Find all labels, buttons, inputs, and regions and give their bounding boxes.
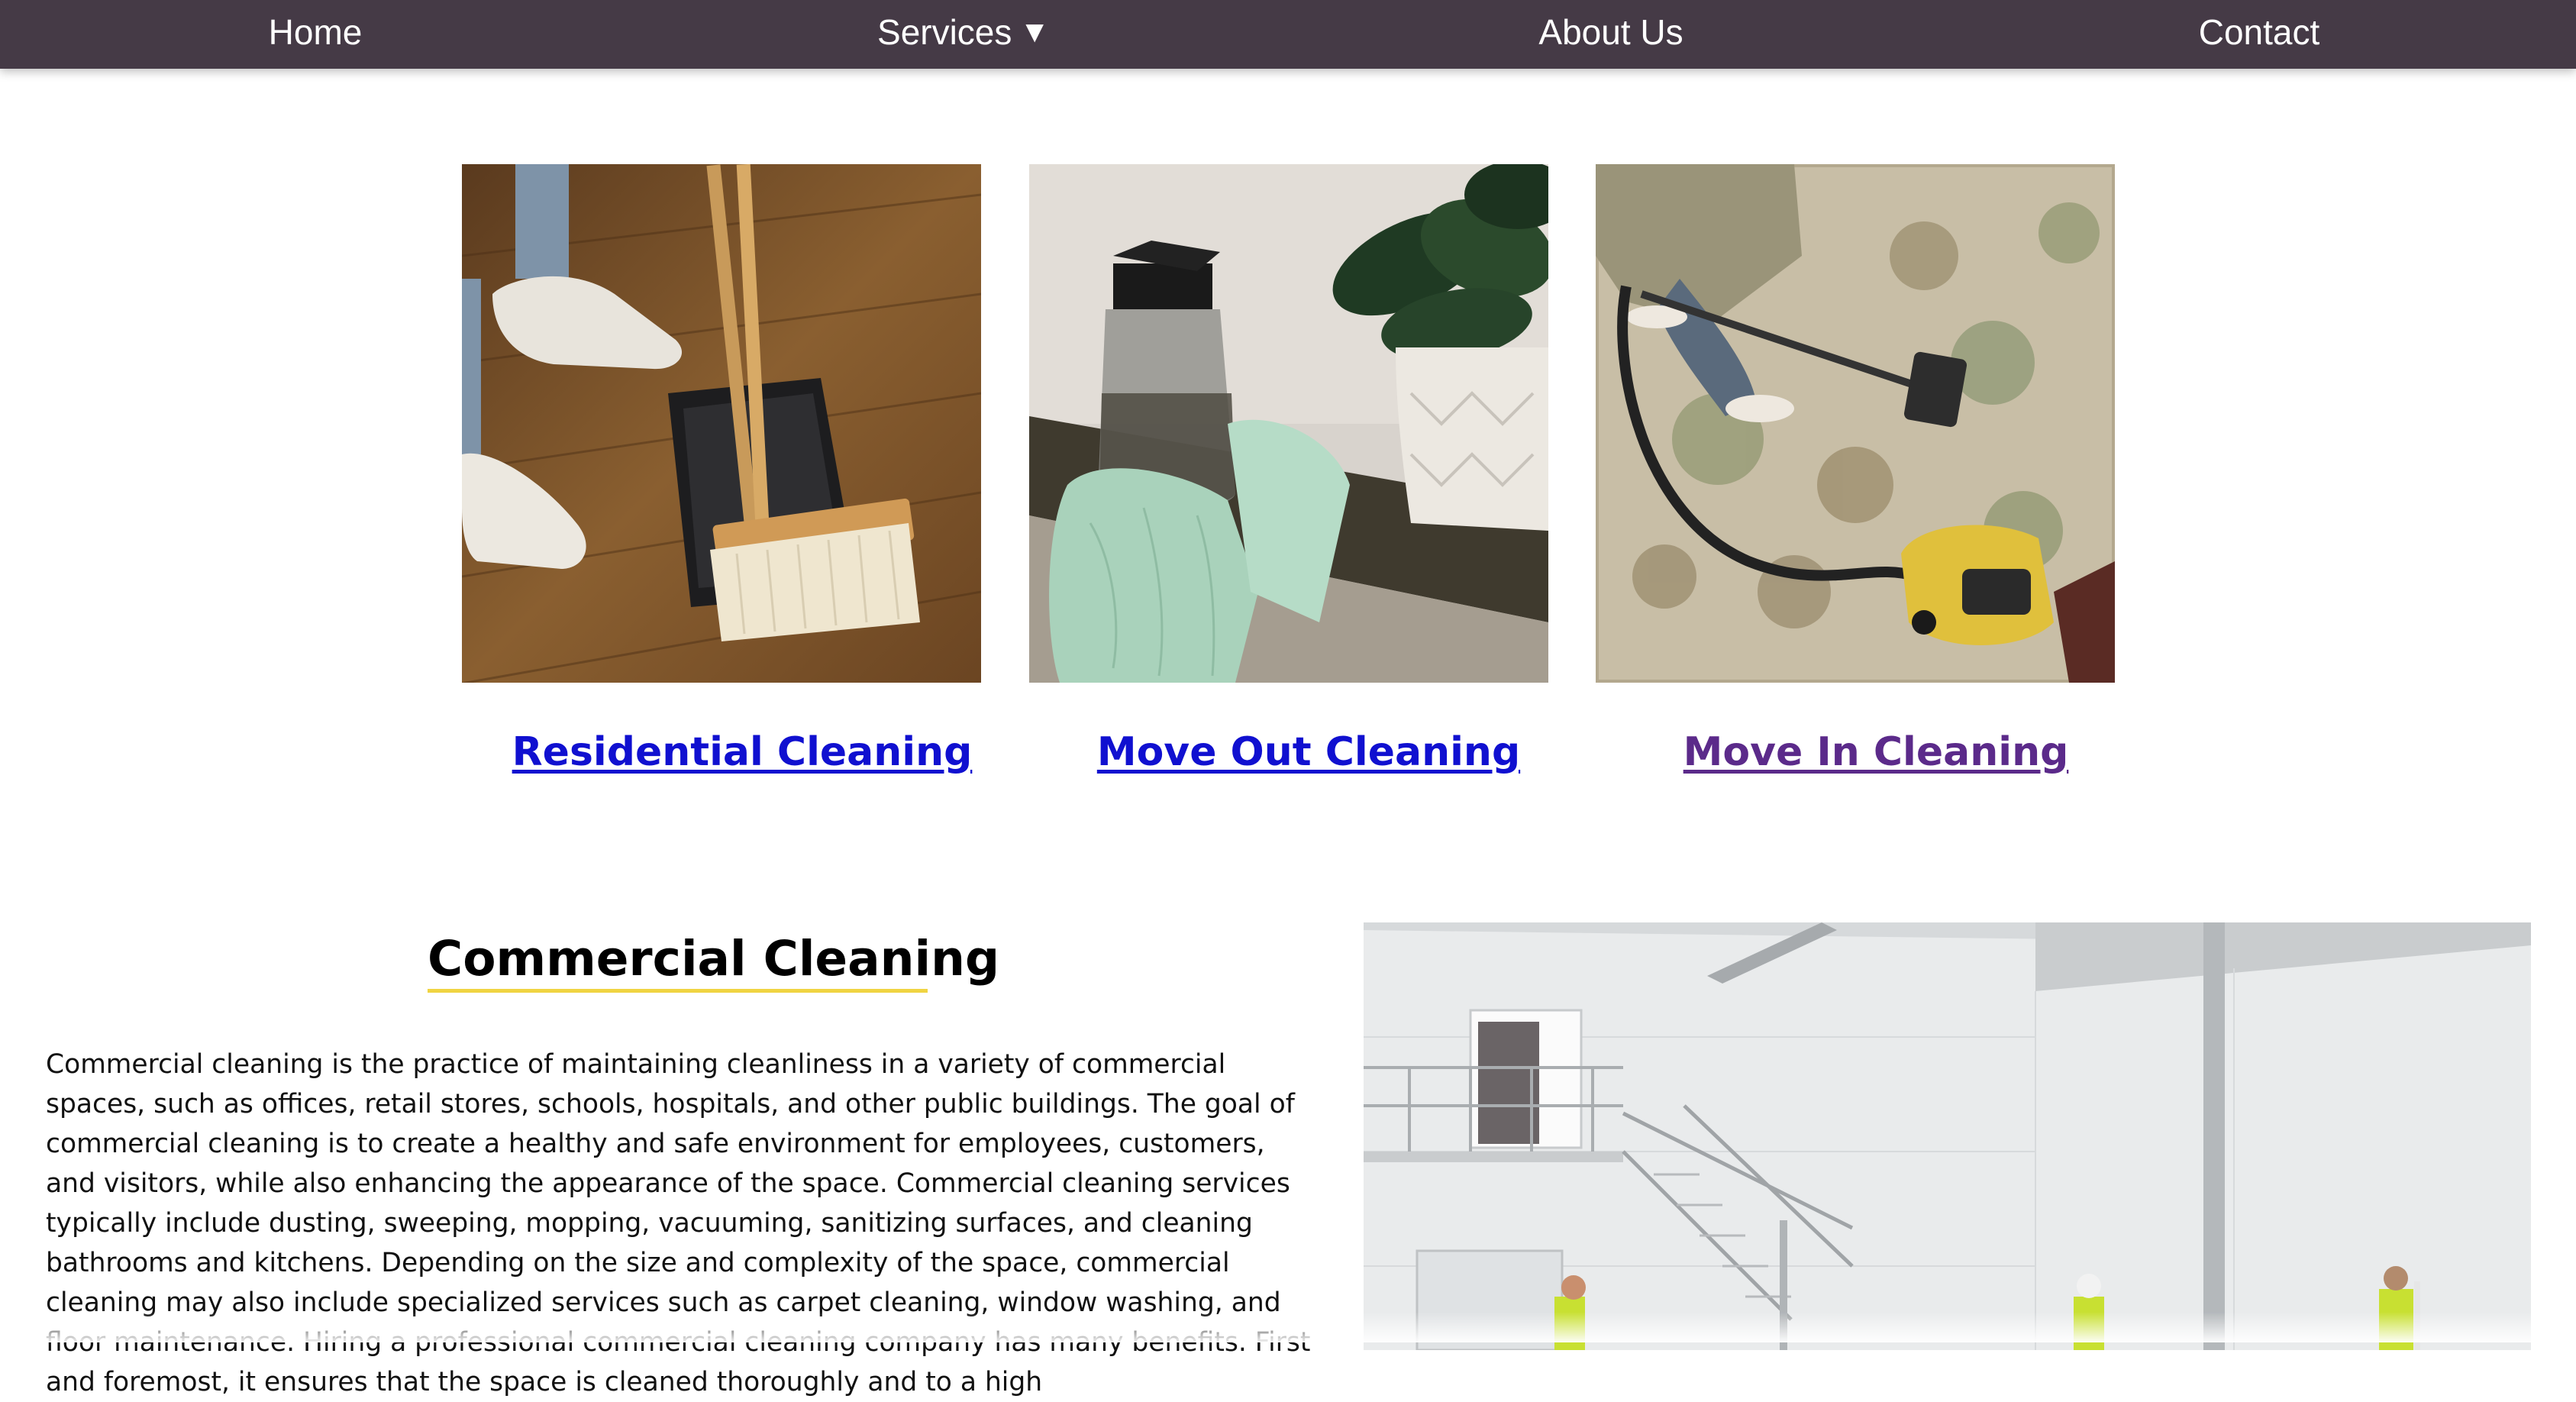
move-in-cleaning-link[interactable]: Move In Cleaning (1683, 729, 2069, 790)
commercial-cleaning-image (1364, 922, 2531, 1350)
top-navigation: Home Services ▼ About Us Contact (0, 0, 2576, 69)
caret-down-icon: ▼ (1019, 15, 1050, 49)
move-out-cleaning-link[interactable]: Move Out Cleaning (1097, 729, 1520, 790)
nav-home[interactable]: Home (269, 0, 363, 64)
commercial-cleaning-heading: Commercial Cleaning (428, 931, 1000, 987)
heading-accent-underline (428, 989, 928, 993)
nav-contact-label: Contact (2198, 12, 2320, 52)
move-in-cleaning-image[interactable] (1596, 164, 2115, 683)
nav-contact[interactable]: Contact (2199, 0, 2320, 64)
residential-cleaning-image[interactable] (462, 164, 981, 683)
nav-about-label: About Us (1538, 12, 1683, 52)
commercial-cleaning-paragraph: Commercial cleaning is the practice of m… (46, 1049, 1311, 1397)
nav-services[interactable]: Services ▼ (877, 0, 1050, 64)
nav-about-us[interactable]: About Us (1538, 0, 1683, 64)
nav-services-label: Services (877, 12, 1012, 52)
move-out-cleaning-image[interactable] (1029, 164, 1548, 683)
residential-cleaning-link[interactable]: Residential Cleaning (512, 729, 973, 790)
nav-home-label: Home (268, 12, 363, 52)
